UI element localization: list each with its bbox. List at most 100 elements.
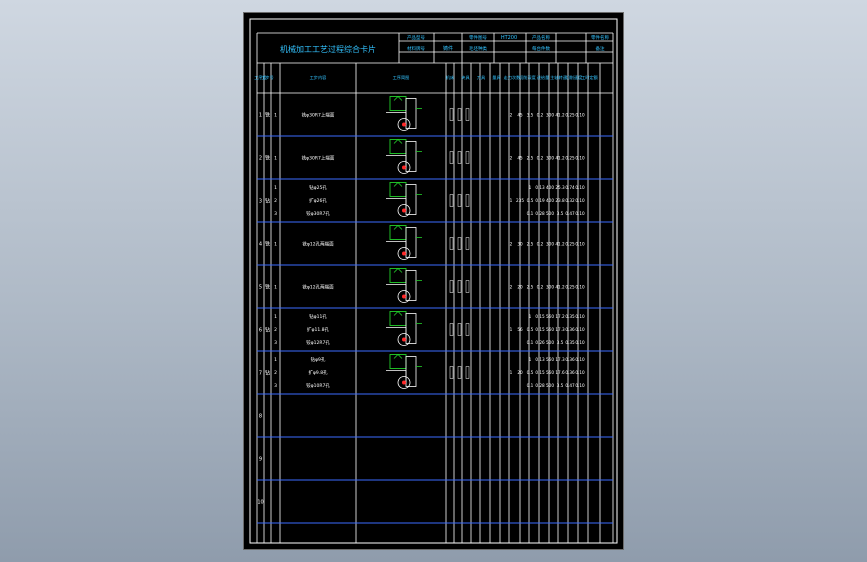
column-header: 进给量	[537, 74, 550, 81]
equipment-mark	[457, 151, 462, 164]
sketch-fixture	[389, 354, 407, 369]
sketch-part	[405, 184, 417, 215]
step-param: 45	[517, 113, 523, 118]
sketch-part	[405, 141, 417, 172]
step-param: 0.10	[575, 242, 585, 247]
step-param: 2	[510, 113, 513, 118]
step-content: 扩φ11.8孔	[307, 326, 329, 333]
sketch-fixture	[389, 182, 407, 197]
step-param: 25.3	[555, 185, 565, 190]
step-param: 0.28	[535, 383, 545, 388]
sketch-clamp-symbol	[393, 224, 403, 230]
operation-type: 铣	[265, 112, 270, 119]
sketch-clamp-symbol	[393, 310, 403, 316]
step-param: 41.2	[555, 285, 565, 290]
step-number: 1	[274, 285, 277, 291]
step-param: 560	[546, 314, 554, 319]
column-header: 刀具	[477, 75, 486, 81]
step-param: 0.36	[565, 357, 575, 362]
step-param: 0.10	[575, 357, 585, 362]
step-param: 0.25	[565, 156, 575, 161]
header-label: 每台件数	[532, 45, 550, 52]
sketch-part	[405, 313, 417, 344]
step-param: 0.15	[535, 314, 545, 319]
column-header: 夹具	[461, 74, 470, 81]
step-param: 17.2	[555, 314, 565, 319]
step-param: 41.2	[555, 242, 565, 247]
step-number: 2	[274, 327, 277, 333]
sketch-fixture	[389, 268, 407, 283]
step-param: 17.3	[555, 357, 565, 362]
operation-type: 铣	[265, 284, 270, 291]
sketch-part	[405, 356, 417, 387]
step-param: 3.5	[557, 211, 564, 216]
step-param: 0.15	[535, 370, 545, 375]
step-param: 0.1	[527, 211, 534, 216]
equipment-mark	[457, 108, 462, 121]
sketch-datum	[402, 251, 406, 256]
step-param: 1	[529, 357, 532, 362]
step-param: 500	[546, 211, 554, 216]
step-param: 0.2	[537, 113, 544, 118]
step-param: 0.10	[575, 370, 585, 375]
step-param: 1	[510, 327, 513, 332]
step-param: 17.3	[555, 327, 565, 332]
step-param: 235	[516, 198, 524, 203]
equipment-mark	[465, 151, 470, 164]
step-param: 0.5	[527, 370, 534, 375]
step-number: 3	[274, 383, 277, 389]
step-param: 3.5	[527, 113, 534, 118]
step-content: 铣φ12孔两端面	[302, 241, 334, 248]
step-param: 1	[510, 198, 513, 203]
step-param: 0.15	[535, 327, 545, 332]
equipment-mark	[457, 237, 462, 250]
sketch-fixture	[389, 139, 407, 154]
step-param: 300	[546, 242, 554, 247]
equipment-mark	[465, 108, 470, 121]
column-header: 量具	[492, 74, 501, 81]
operation-number: 3	[259, 199, 262, 205]
header-label: 毛坯种类	[469, 45, 487, 52]
equipment-mark	[449, 151, 454, 164]
step-param: 3.5	[557, 383, 564, 388]
header-label: 材料牌号	[407, 45, 425, 52]
step-param: 0.32	[565, 198, 575, 203]
sketch-datum	[402, 122, 406, 127]
step-param: 560	[546, 327, 554, 332]
step-content: 钻φ9孔	[311, 356, 326, 363]
step-param: 0.36	[565, 370, 575, 375]
step-param: 300	[546, 285, 554, 290]
sketch-fixture	[389, 96, 407, 111]
step-param: 0.19	[535, 198, 545, 203]
step-param: 2	[510, 156, 513, 161]
step-content: 钻φ11孔	[309, 313, 327, 320]
step-param: 0.2	[537, 242, 544, 247]
step-param: 0.74	[565, 185, 575, 190]
equipment-mark	[457, 366, 462, 379]
step-param: 0.5	[527, 198, 534, 203]
step-number: 1	[274, 242, 277, 248]
equipment-mark	[457, 194, 462, 207]
step-content: 铣φ30R7上端面	[302, 112, 335, 119]
step-param: 560	[546, 357, 554, 362]
operation-type: 钻	[265, 327, 270, 334]
step-param: 0.28	[535, 211, 545, 216]
sketch-part	[405, 227, 417, 258]
cad-viewport[interactable]: 机械加工工艺过程综合卡片 产品型号 零件图号 产品名称 零件名称 材料牌号 毛坯种类 每台件数…	[0, 0, 867, 562]
equipment-mark	[449, 237, 454, 250]
step-param: 0.13	[535, 185, 545, 190]
step-param: 300	[546, 156, 554, 161]
step-number: 1	[274, 357, 277, 363]
step-param: 0.1	[527, 383, 534, 388]
header-label: 产品型号	[407, 34, 425, 41]
step-content: 扩φ26孔	[309, 197, 327, 204]
equipment-mark	[449, 366, 454, 379]
step-param: 0.25	[565, 113, 575, 118]
step-param: 2	[510, 242, 513, 247]
equipment-mark	[449, 194, 454, 207]
step-param: 20	[517, 370, 523, 375]
sketch-datum	[402, 380, 406, 385]
step-param: 0.10	[575, 185, 585, 190]
step-param: 0.10	[575, 211, 585, 216]
material-value: HT200	[501, 35, 517, 41]
